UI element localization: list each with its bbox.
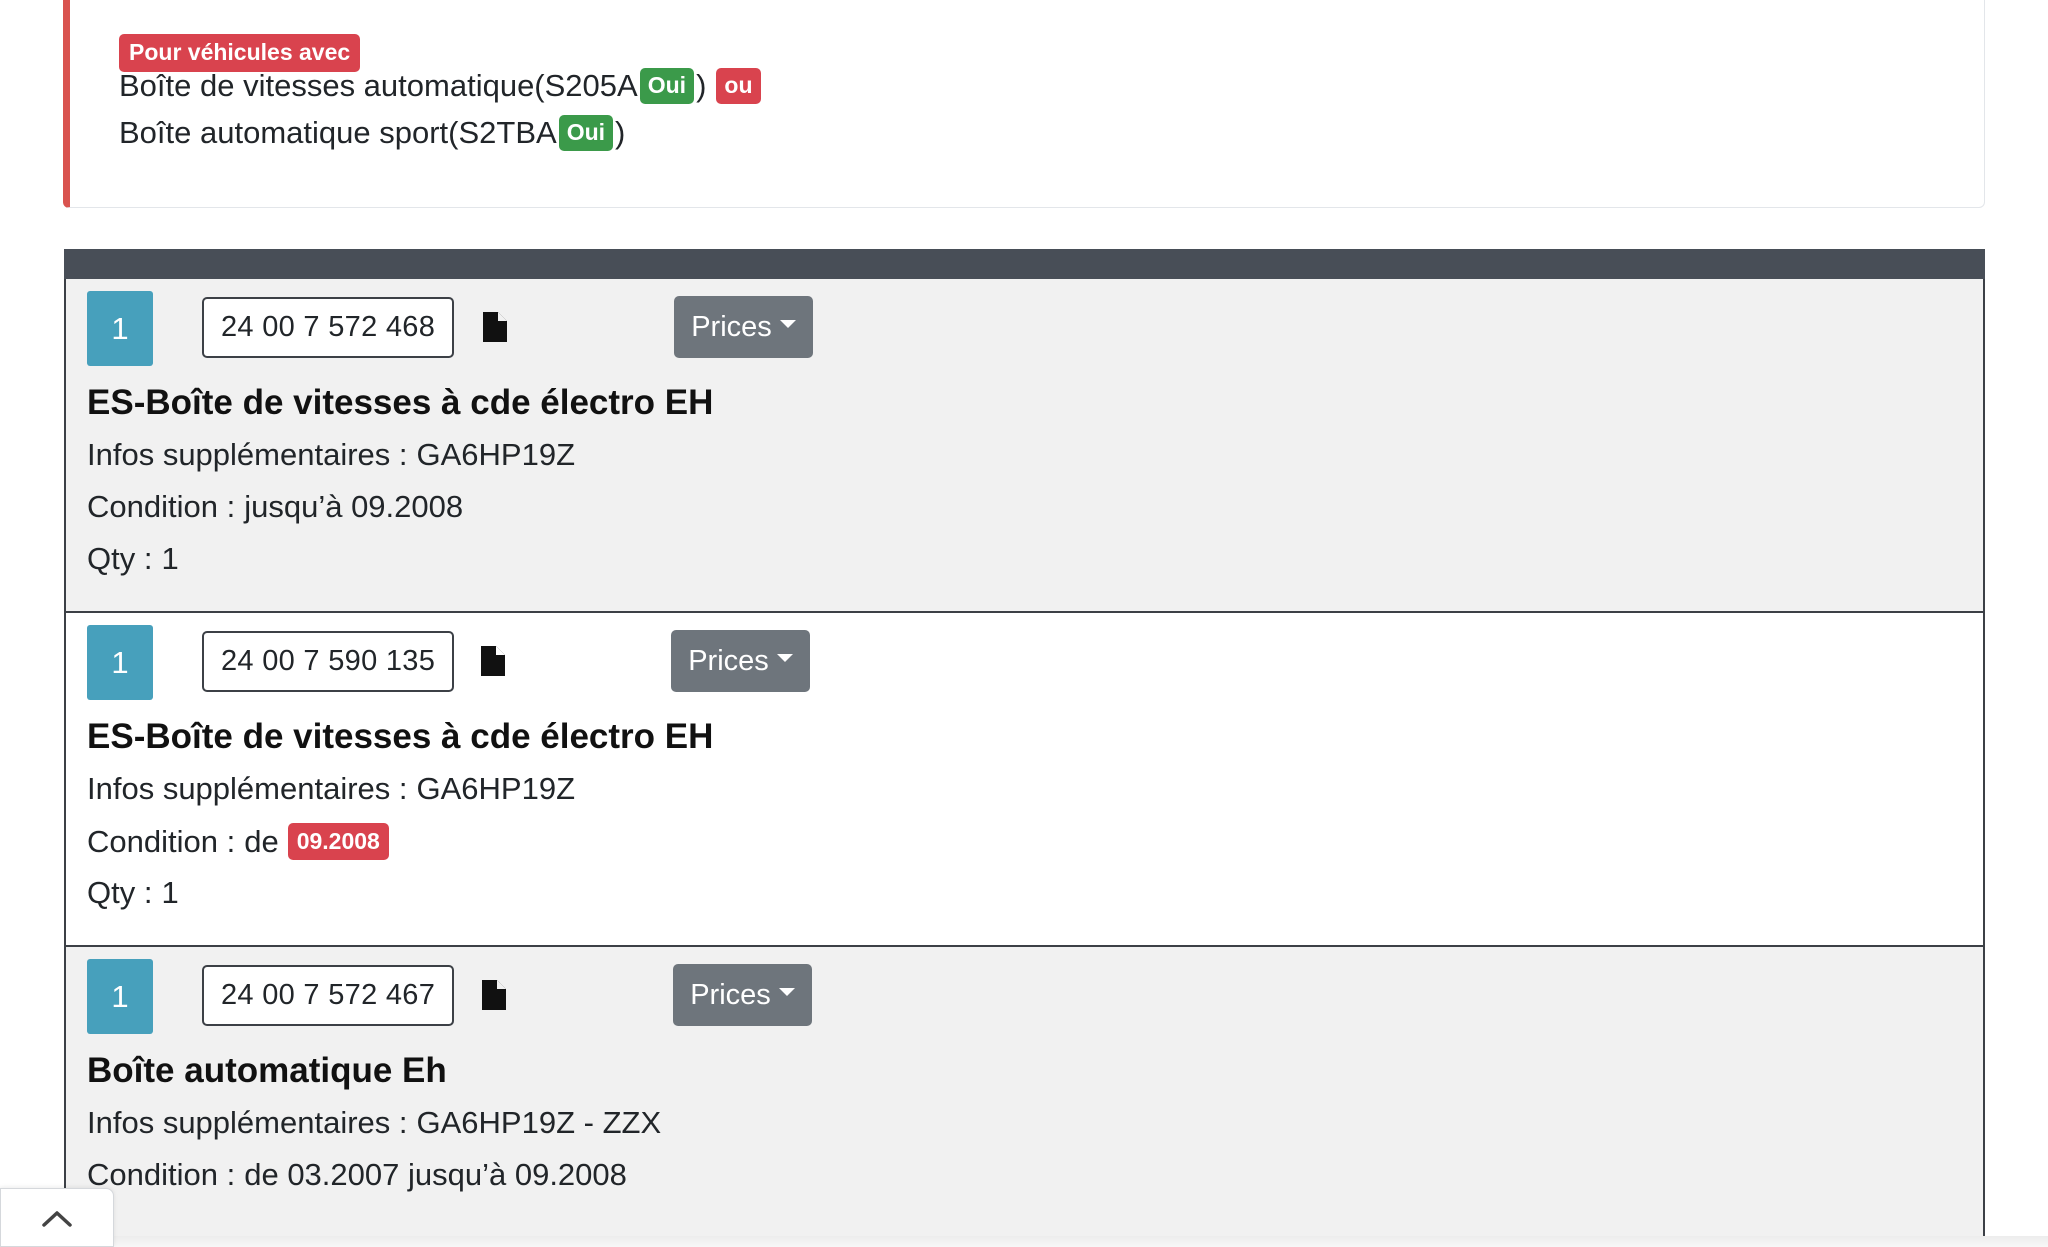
- yes-badge: Oui: [639, 68, 695, 104]
- prices-dropdown-button[interactable]: Prices: [674, 296, 813, 358]
- caret-down-icon: [776, 654, 793, 662]
- condition-text: Boîte de vitesses automatique(S205A: [119, 68, 638, 103]
- part-row: 1 24 00 7 572 467 Prices Boîte automatiq…: [66, 947, 1983, 1247]
- part-row: 1 24 00 7 590 135 Prices ES-Boîte de vit…: [66, 613, 1983, 947]
- position-badge: 1: [87, 291, 153, 366]
- condition-close-paren: ): [615, 115, 626, 150]
- condition-close-paren: ): [696, 68, 707, 103]
- part-title: ES-Boîte de vitesses à cde électro EH: [87, 717, 714, 756]
- parts-list-header: [64, 249, 1985, 279]
- scroll-to-top-button[interactable]: [0, 1188, 114, 1247]
- condition-info: Condition : jusqu’à 09.2008: [87, 489, 464, 524]
- prices-dropdown-button[interactable]: Prices: [673, 964, 812, 1026]
- condition-text: Boîte automatique sport(S2TBA: [119, 115, 557, 150]
- condition-line-automatic-gearbox: Boîte de vitesses automatique(S205A Oui) o…: [119, 68, 763, 104]
- quantity-info: Qty :1: [87, 541, 179, 576]
- document-icon[interactable]: [482, 980, 506, 1010]
- condition-title-badge: Pour véhicules avec: [119, 34, 361, 72]
- document-icon[interactable]: [483, 312, 507, 342]
- position-badge: 1: [87, 959, 153, 1034]
- caret-down-icon: [778, 988, 795, 996]
- yes-badge: Oui: [558, 115, 614, 151]
- condition-info: Condition : de 09.2008: [87, 823, 389, 860]
- condition-info: Condition : de 03.2007 jusqu’à 09.2008: [87, 1157, 627, 1192]
- caret-down-icon: [779, 320, 796, 328]
- bottom-edge: [114, 1236, 2048, 1247]
- vehicle-condition-notice: Pour véhicules avec Boîte de vitesses au…: [63, 0, 1985, 208]
- part-number[interactable]: 24 00 7 572 468: [202, 297, 455, 358]
- extra-info: Infos supplémentaires : GA6HP19Z: [87, 437, 576, 472]
- part-number[interactable]: 24 00 7 572 467: [202, 965, 455, 1026]
- prices-dropdown-button[interactable]: Prices: [671, 630, 810, 692]
- or-badge: ou: [716, 68, 761, 104]
- document-icon[interactable]: [481, 646, 505, 676]
- parts-list: 1 24 00 7 572 468 Prices ES-Boîte de vit…: [64, 279, 1985, 1247]
- chevron-up-icon: [42, 1210, 72, 1227]
- date-badge: 09.2008: [287, 823, 389, 860]
- part-title: ES-Boîte de vitesses à cde électro EH: [87, 383, 714, 422]
- quantity-info: Qty :1: [87, 875, 179, 910]
- condition-line-sport-automatic: Boîte automatique sport(S2TBA Oui): [119, 115, 625, 151]
- part-number[interactable]: 24 00 7 590 135: [202, 631, 455, 692]
- position-badge: 1: [87, 625, 153, 700]
- extra-info: Infos supplémentaires : GA6HP19Z - ZZX: [87, 1105, 662, 1140]
- part-row: 1 24 00 7 572 468 Prices ES-Boîte de vit…: [66, 279, 1983, 613]
- part-title: Boîte automatique Eh: [87, 1051, 447, 1090]
- extra-info: Infos supplémentaires : GA6HP19Z: [87, 771, 576, 806]
